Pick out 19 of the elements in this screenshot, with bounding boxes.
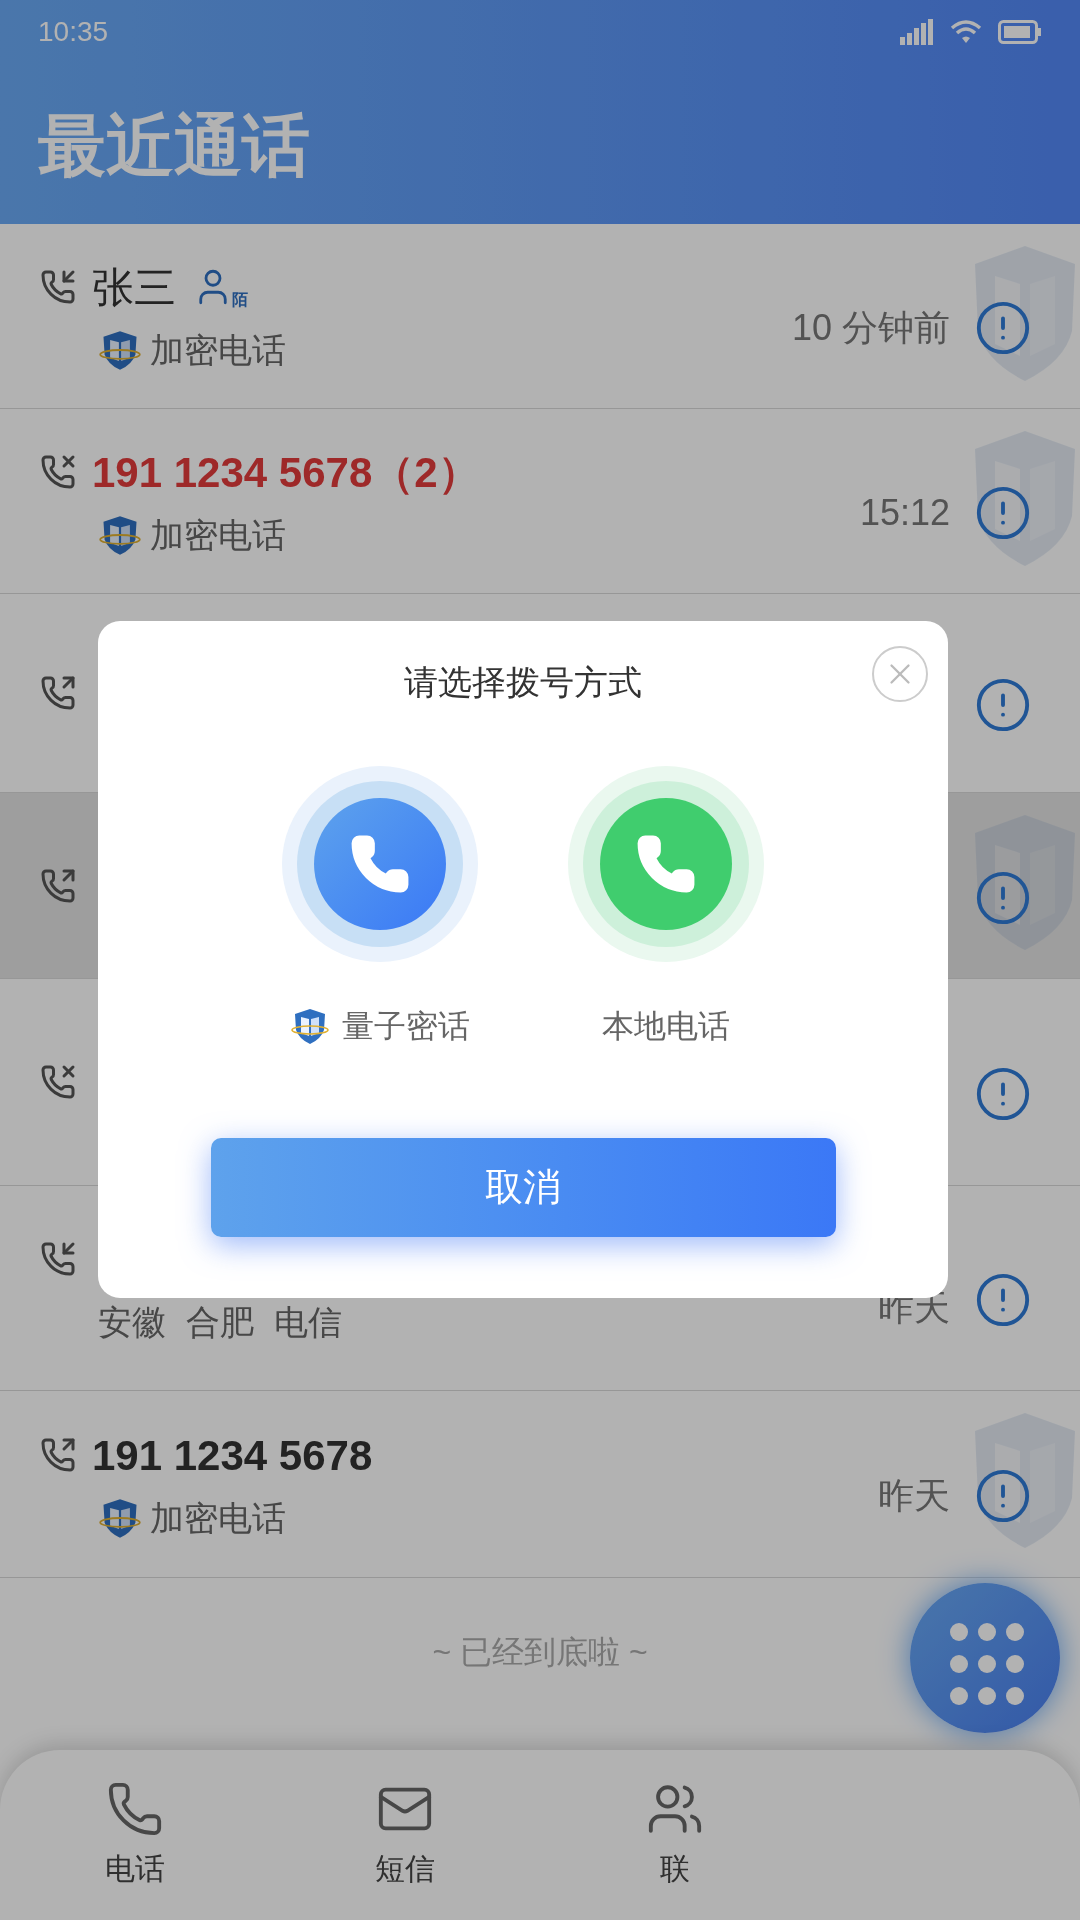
call-type-label: 加密电话 <box>150 329 286 371</box>
dial-option-label: 本地电话 <box>602 1007 730 1046</box>
call-type-label: 加密电话 <box>150 1497 286 1539</box>
page-title: 最近通话 <box>38 106 311 185</box>
call-time: 10 分钟前 <box>791 306 950 350</box>
caller-name: 张三 <box>92 262 176 313</box>
call-time: 昨天 <box>878 1474 950 1518</box>
dialog-title: 请选择拨号方式 <box>404 662 642 703</box>
location-label: 合肥 <box>186 1301 254 1343</box>
end-of-list-note: ~ 已经到底啦 ~ <box>432 1633 648 1672</box>
dial-option-label: 量子密话 <box>342 1007 470 1046</box>
caller-name: 191 1234 5678 <box>92 1430 373 1481</box>
status-time: 10:35 <box>38 15 109 49</box>
location-label: 电信 <box>274 1301 342 1343</box>
location-label: 安徽 <box>98 1301 166 1343</box>
call-type-label: 加密电话 <box>150 514 286 556</box>
call-time: 15:12 <box>859 491 950 535</box>
caller-name: 191 1234 5678（2） <box>92 447 480 498</box>
stranger-tag: 陌 <box>192 266 248 308</box>
